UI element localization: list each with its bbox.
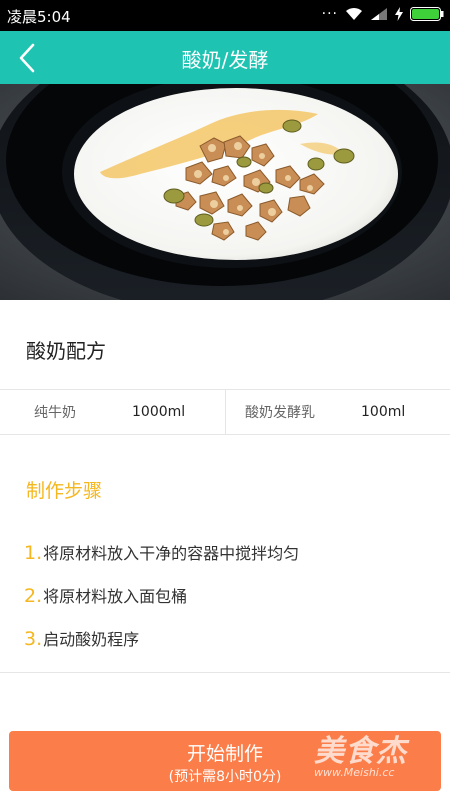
step-number: 2. [24, 585, 43, 607]
ingredient-item: 酸奶发酵乳 100ml [225, 390, 450, 434]
watermark-url: www.Meishi.cc [314, 766, 395, 779]
status-bar: 凌晨5:04 ··· [0, 0, 450, 31]
ingredient-amount: 1000ml [132, 404, 186, 420]
dots-icon: ··· [321, 6, 338, 22]
ingredient-name: 酸奶发酵乳 [245, 405, 315, 421]
step-text: 将原材料放入干净的容器中搅拌均匀 [43, 544, 300, 563]
ingredient-amount: 100ml [361, 404, 406, 420]
meishi-watermark: 美食杰 www.Meishi.cc [306, 722, 441, 784]
steps-title: 制作步骤 [26, 480, 103, 502]
page-title: 酸奶/发酵 [181, 48, 269, 72]
step-item: 3. 启动酸奶程序 [24, 626, 139, 650]
step-number: 1. [24, 542, 43, 564]
step-item: 1. 将原材料放入干净的容器中搅拌均匀 [24, 540, 299, 564]
status-time: 凌晨5:04 [7, 8, 71, 26]
charging-icon [395, 7, 403, 21]
signal-icon [371, 8, 387, 20]
status-icons: ··· [322, 7, 444, 21]
battery-icon [410, 7, 444, 21]
section-divider [0, 672, 450, 673]
ingredients-table: 纯牛奶 1000ml 酸奶发酵乳 100ml [0, 389, 450, 435]
ingredient-item: 纯牛奶 1000ml [0, 390, 225, 434]
hero-image [0, 84, 450, 300]
step-text: 将原材料放入面包桶 [43, 587, 188, 606]
watermark-logo-text: 美食杰 [314, 734, 407, 769]
ingredient-name: 纯牛奶 [34, 405, 76, 421]
yogurt-bowl-illustration [0, 84, 450, 300]
wifi-icon [346, 7, 362, 20]
recipe-title: 酸奶配方 [26, 339, 106, 363]
app-header: 酸奶/发酵 [0, 31, 450, 84]
step-text: 启动酸奶程序 [43, 630, 140, 649]
step-item: 2. 将原材料放入面包桶 [24, 583, 187, 607]
step-number: 3. [24, 628, 43, 650]
